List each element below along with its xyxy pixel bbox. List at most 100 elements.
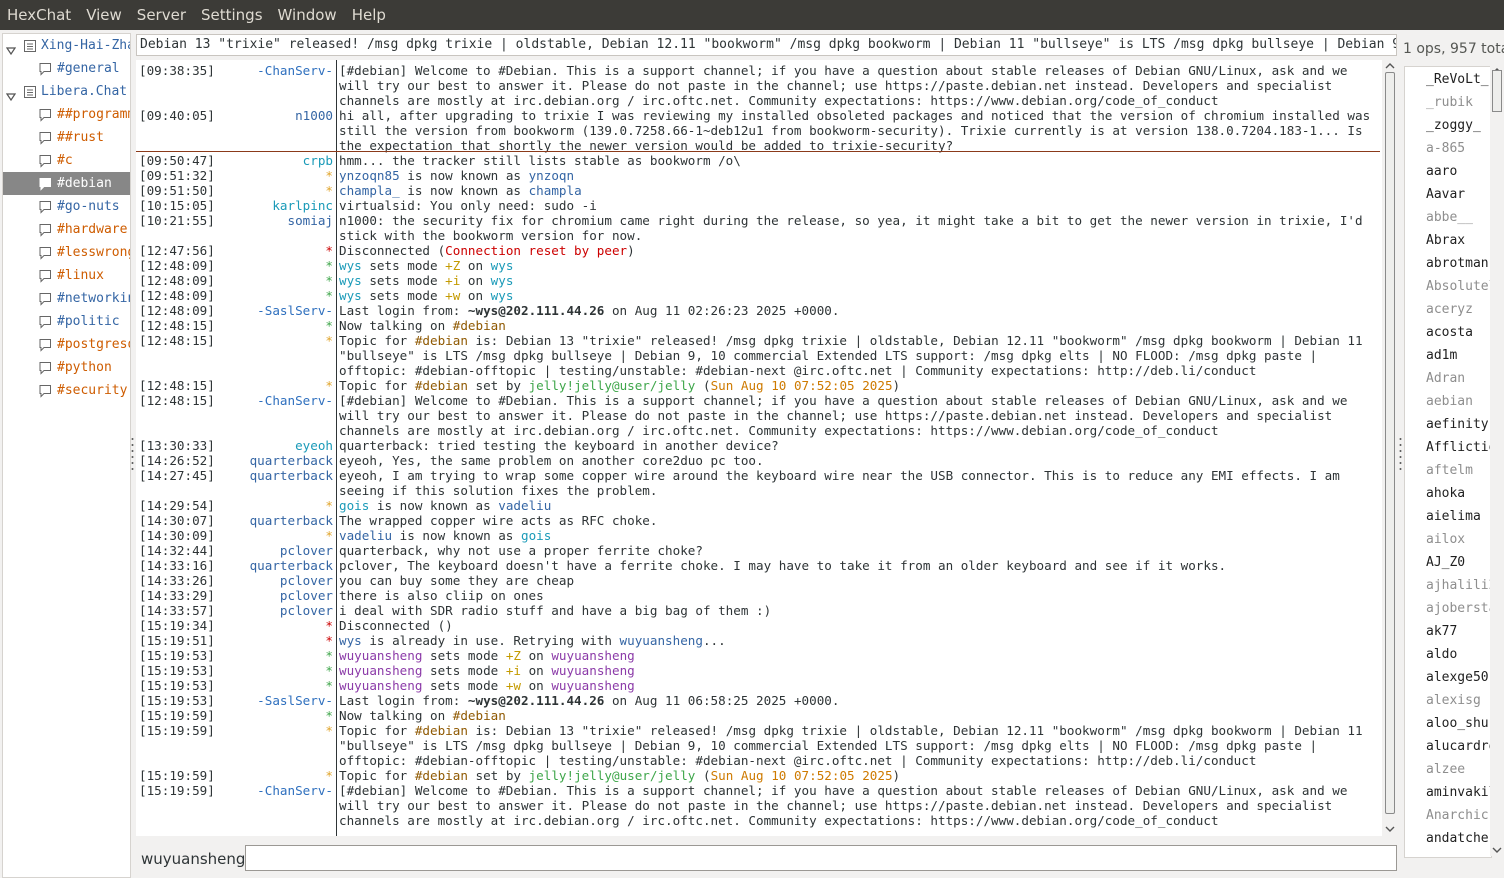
scroll-down-icon[interactable] (1385, 824, 1395, 834)
user-entry[interactable]: aceryz (1426, 298, 1473, 321)
nick[interactable]: crpb (303, 153, 333, 168)
tree-channel[interactable]: #linux (3, 264, 130, 287)
user-entry[interactable]: ahoka (1426, 482, 1465, 505)
menu-hexchat[interactable]: HexChat (0, 0, 79, 30)
nick[interactable]: quarterback (250, 513, 333, 528)
tree-channel[interactable]: #python (3, 356, 130, 379)
user-entry[interactable]: abbe__ (1426, 206, 1473, 229)
nick[interactable]: * (325, 633, 333, 648)
nick[interactable]: * (325, 498, 333, 513)
nick[interactable]: -ChanServ- (257, 393, 333, 408)
message-input[interactable] (245, 845, 1397, 871)
user-entry[interactable]: alucardro (1426, 735, 1491, 758)
user-entry[interactable]: ajhalili2 (1426, 574, 1491, 597)
pane-resize-handle[interactable] (1399, 437, 1402, 473)
tree-channel[interactable]: #go-nuts (3, 195, 130, 218)
tree-channel[interactable]: ##rust (3, 126, 130, 149)
tree-channel[interactable]: #hardware (3, 218, 130, 241)
nick[interactable]: -SaslServ- (257, 693, 333, 708)
nick[interactable]: quarterback (250, 468, 333, 483)
nick[interactable]: n1000 (295, 108, 333, 123)
user-entry[interactable]: aefinity (1426, 413, 1489, 436)
tree-channel[interactable]: #networkin (3, 287, 130, 310)
tree-channel[interactable]: ##programm (3, 103, 130, 126)
nick[interactable]: pclover (280, 543, 333, 558)
user-list[interactable]: _ReVoLt_ _rubik _zoggy_ a-865 aaro Aavar abbe_… (1404, 66, 1492, 858)
chat-scrollbar[interactable] (1383, 60, 1397, 836)
nick[interactable]: somiaj (288, 213, 334, 228)
pane-resize-handle[interactable] (131, 437, 134, 473)
user-entry[interactable]: ailox (1426, 528, 1465, 551)
user-entry[interactable]: andatche (1426, 827, 1489, 850)
nick[interactable]: * (325, 618, 333, 633)
nick[interactable]: pclover (280, 588, 333, 603)
nick-button[interactable]: wuyuansheng (141, 848, 245, 870)
chat-log[interactable]: [09:38:35] -ChanServ- [#debian] Welcome to… (136, 60, 1382, 836)
nick[interactable]: quarterback (250, 453, 333, 468)
user-entry[interactable]: aebian (1426, 390, 1473, 413)
menu-view[interactable]: View (79, 0, 130, 30)
nick[interactable]: * (325, 663, 333, 678)
expand-arrow-icon[interactable] (5, 87, 17, 102)
tree-server[interactable]: Libera.Chat (3, 80, 130, 103)
nick[interactable]: * (325, 273, 333, 288)
user-entry[interactable]: _zoggy_ (1426, 114, 1481, 137)
user-entry[interactable]: _ReVoLt_ (1426, 68, 1489, 91)
user-entry[interactable]: alexge50 (1426, 666, 1489, 689)
user-entry[interactable]: Anarchic (1426, 804, 1489, 827)
nick[interactable]: * (325, 768, 333, 783)
user-entry[interactable]: Aavar (1426, 183, 1465, 206)
user-entry[interactable]: Abrax (1426, 229, 1465, 252)
nick[interactable]: pclover (280, 573, 333, 588)
nick[interactable]: * (325, 333, 333, 348)
userlist-scroll-thumb[interactable] (1492, 70, 1502, 112)
nick[interactable]: karlpinc (272, 198, 333, 213)
topic-bar[interactable]: Debian 13 "trixie" released! /msg dpkg t… (136, 34, 1397, 56)
tree-channel[interactable]: #postgresq (3, 333, 130, 356)
user-entry[interactable]: _rubik (1426, 91, 1473, 114)
tree-channel[interactable]: #general (3, 57, 130, 80)
nick[interactable]: -SaslServ- (257, 303, 333, 318)
user-entry[interactable]: aaro (1426, 160, 1457, 183)
nick[interactable]: pclover (280, 603, 333, 618)
menu-window[interactable]: Window (271, 0, 345, 30)
expand-arrow-icon[interactable] (5, 41, 17, 56)
nick[interactable]: -ChanServ- (257, 63, 333, 78)
nick[interactable]: * (325, 243, 333, 258)
chat-scroll-thumb[interactable] (1385, 72, 1395, 814)
user-entry[interactable]: ak77 (1426, 620, 1457, 643)
nick[interactable]: * (325, 708, 333, 723)
scroll-up-icon[interactable] (1385, 61, 1395, 71)
user-entry[interactable]: aftelm (1426, 459, 1473, 482)
nick[interactable]: * (325, 528, 333, 543)
tree-channel[interactable]: #c (3, 149, 130, 172)
user-entry[interactable]: abrotman (1426, 252, 1489, 275)
nick[interactable]: * (325, 288, 333, 303)
user-entry[interactable]: aldo (1426, 643, 1457, 666)
nick[interactable]: * (325, 258, 333, 273)
user-entry[interactable]: aminvakil (1426, 781, 1491, 804)
nick[interactable]: quarterback (250, 558, 333, 573)
user-entry[interactable]: AJ_Z0 (1426, 551, 1465, 574)
nick[interactable]: * (325, 318, 333, 333)
nick[interactable]: * (325, 378, 333, 393)
scroll-down-icon[interactable] (1492, 845, 1502, 855)
user-entry[interactable]: Absolutel (1426, 275, 1491, 298)
user-entry[interactable]: ajobersta (1426, 597, 1491, 620)
user-entry[interactable]: ad1m (1426, 344, 1457, 367)
tree-channel[interactable]: #politic (3, 310, 130, 333)
user-entry[interactable]: alzee (1426, 758, 1465, 781)
tree-channel[interactable]: #security (3, 379, 130, 402)
tree-channel[interactable]: #lesswrong (3, 241, 130, 264)
user-entry[interactable]: acosta (1426, 321, 1473, 344)
menu-server[interactable]: Server (130, 0, 194, 30)
tree-channel[interactable]: #debian (3, 172, 130, 195)
nick[interactable]: * (325, 168, 333, 183)
nick[interactable]: * (325, 723, 333, 738)
tree-server[interactable]: Xing-Hai-Zhar (3, 34, 130, 57)
menu-settings[interactable]: Settings (194, 0, 271, 30)
user-entry[interactable]: aielima (1426, 505, 1481, 528)
nick[interactable]: * (325, 648, 333, 663)
nick[interactable]: eyeoh (295, 438, 333, 453)
user-entry[interactable]: aloo_shu (1426, 712, 1489, 735)
